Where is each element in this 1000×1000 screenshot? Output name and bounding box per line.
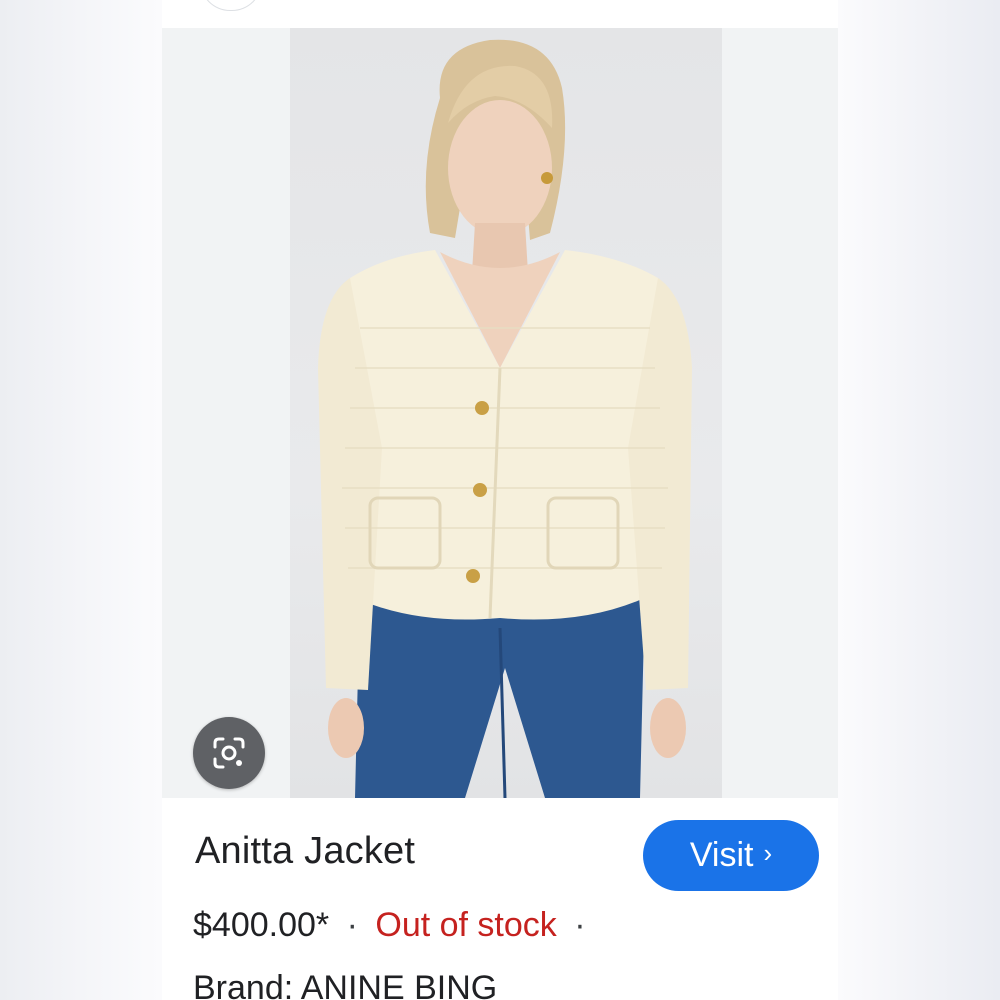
product-card: Anitta Jacket Visit › $400.00* · Out of … [162,0,838,1000]
brand-info: Brand: ANINE BING [193,969,498,1000]
price: $400.00* [193,906,330,944]
jacket-model-illustration [318,39,692,798]
separator-dot: · [346,906,358,944]
top-strip [162,0,838,28]
google-lens-button[interactable] [193,717,265,789]
product-title[interactable]: Anitta Jacket [195,830,415,873]
camera-lens-icon [213,737,245,769]
product-photo[interactable] [290,28,722,798]
visit-button-label: Visit [689,836,754,874]
chevron-right-icon: › [763,838,773,868]
price-availability-line: $400.00* · Out of stock · [193,906,594,945]
separator-dot: · [574,906,586,944]
avatar[interactable] [200,0,262,11]
stock-status: Out of stock [375,906,557,944]
visit-button[interactable]: Visit › [643,820,819,891]
product-image-area [162,28,838,798]
